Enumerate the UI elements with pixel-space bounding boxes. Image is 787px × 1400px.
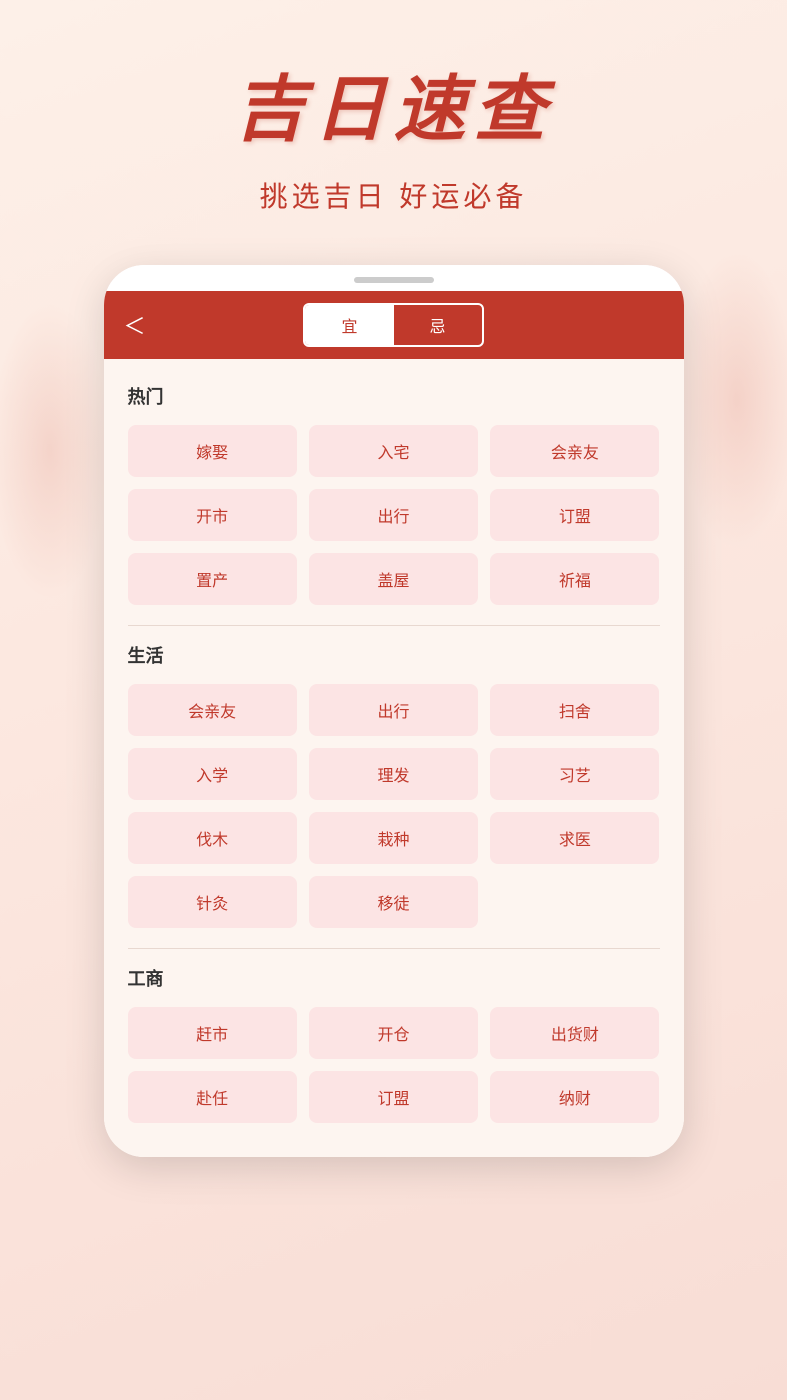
- section-hot-title: 热门: [128, 383, 660, 409]
- tag-qifu[interactable]: 祈福: [490, 553, 659, 605]
- phone-top-bar: [104, 265, 684, 291]
- tag-huiqinyou[interactable]: 会亲友: [490, 425, 659, 477]
- tag-dingmeng[interactable]: 订盟: [490, 489, 659, 541]
- tag-life-yitu[interactable]: 移徒: [309, 876, 478, 928]
- hot-tag-grid: 嫁娶 入宅 会亲友 开市 出行 订盟 置产 盖屋 祈福: [128, 425, 660, 605]
- tag-life-zaizhong[interactable]: 栽种: [309, 812, 478, 864]
- back-button[interactable]: ＜: [124, 309, 146, 341]
- page-subtitle: 挑选吉日 好运必备: [260, 175, 528, 215]
- tag-life-ruxue[interactable]: 入学: [128, 748, 297, 800]
- tag-ruzhai[interactable]: 入宅: [309, 425, 478, 477]
- tag-life-xiyi[interactable]: 习艺: [490, 748, 659, 800]
- tag-zhichan[interactable]: 置产: [128, 553, 297, 605]
- tab-group: 宜 忌: [303, 303, 483, 347]
- tag-jiajuan[interactable]: 嫁娶: [128, 425, 297, 477]
- page-wrapper: 吉日速查 挑选吉日 好运必备 ＜ 宜 忌 热门 嫁娶 入宅 会亲友: [0, 0, 787, 1157]
- tag-life-chuxing[interactable]: 出行: [309, 684, 478, 736]
- tab-yi[interactable]: 宜: [305, 305, 393, 345]
- section-business: 工商 赶市 开仓 出货财 赴任 订盟 纳财: [128, 965, 660, 1123]
- app-header: ＜ 宜 忌: [104, 291, 684, 359]
- tag-biz-furen[interactable]: 赴任: [128, 1071, 297, 1123]
- tag-life-famu[interactable]: 伐木: [128, 812, 297, 864]
- app-content: 热门 嫁娶 入宅 会亲友 开市 出行 订盟 置产 盖屋 祈福 生活 会: [104, 359, 684, 1157]
- life-tag-grid: 会亲友 出行 扫舍 入学 理发 习艺 伐木 栽种 求医 针灸 移徒: [128, 684, 660, 928]
- business-tag-grid: 赶市 开仓 出货财 赴任 订盟 纳财: [128, 1007, 660, 1123]
- tag-life-zhenjiu[interactable]: 针灸: [128, 876, 297, 928]
- divider-2: [128, 948, 660, 949]
- phone-frame: ＜ 宜 忌 热门 嫁娶 入宅 会亲友 开市 出行 订盟 置产 盖屋: [104, 265, 684, 1157]
- tag-life-qiuyi[interactable]: 求医: [490, 812, 659, 864]
- tag-life-saoshe[interactable]: 扫舍: [490, 684, 659, 736]
- tag-chuxing[interactable]: 出行: [309, 489, 478, 541]
- section-business-title: 工商: [128, 965, 660, 991]
- tab-ji[interactable]: 忌: [394, 305, 482, 345]
- tag-life-lifa[interactable]: 理发: [309, 748, 478, 800]
- section-life: 生活 会亲友 出行 扫舍 入学 理发 习艺 伐木 栽种 求医 针灸 移徒: [128, 642, 660, 928]
- phone-notch: [354, 277, 434, 283]
- tag-biz-dingmeng[interactable]: 订盟: [309, 1071, 478, 1123]
- tag-life-huiqinyou[interactable]: 会亲友: [128, 684, 297, 736]
- tag-biz-nacai[interactable]: 纳财: [490, 1071, 659, 1123]
- section-life-title: 生活: [128, 642, 660, 668]
- tag-biz-kaicang[interactable]: 开仓: [309, 1007, 478, 1059]
- page-title: 吉日速查: [233, 50, 553, 155]
- tag-biz-ganshi[interactable]: 赶市: [128, 1007, 297, 1059]
- tag-biz-chuhuo[interactable]: 出货财: [490, 1007, 659, 1059]
- tag-gaiwu[interactable]: 盖屋: [309, 553, 478, 605]
- divider-1: [128, 625, 660, 626]
- section-hot: 热门 嫁娶 入宅 会亲友 开市 出行 订盟 置产 盖屋 祈福: [128, 383, 660, 605]
- tag-kaishi[interactable]: 开市: [128, 489, 297, 541]
